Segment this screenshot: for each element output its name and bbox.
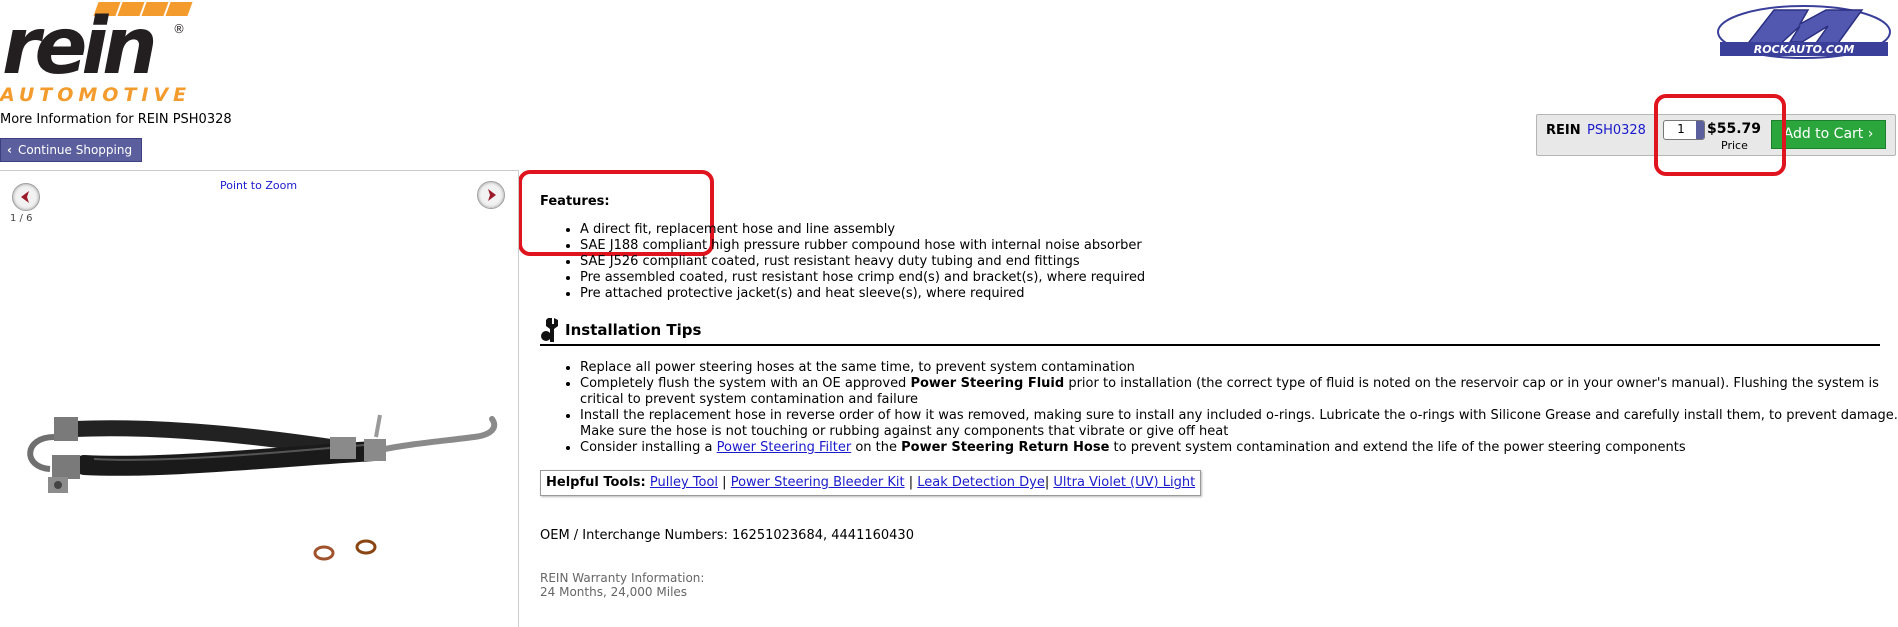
list-item: SAE J526 compliant coated, rust resistan… xyxy=(580,254,1145,270)
add-to-cart-button[interactable]: Add to Cart › xyxy=(1771,120,1886,149)
previous-image-button[interactable] xyxy=(12,183,40,211)
list-item: Pre attached protective jacket(s) and he… xyxy=(580,286,1145,302)
logo-tagline: AUTOMOTIVE xyxy=(0,84,192,106)
rockauto-logo-text: ROCKAUTO.COM xyxy=(1754,43,1855,56)
list-item: Consider installing a Power Steering Fil… xyxy=(580,440,1898,456)
uv-light-link[interactable]: Ultra Violet (UV) Light xyxy=(1053,475,1195,490)
arrow-right-icon xyxy=(488,189,496,201)
chevron-right-icon: › xyxy=(1867,126,1874,142)
registered-mark: ® xyxy=(173,22,185,36)
wrench-icon xyxy=(541,318,558,342)
product-image-panel: 1 / 6 Point to Zoom xyxy=(0,170,519,627)
image-counter: 1 / 6 xyxy=(10,213,33,224)
rockauto-logo[interactable]: ROCKAUTO.COM xyxy=(1716,2,1892,62)
tip-text: to prevent system contamination and exte… xyxy=(1109,440,1686,455)
continue-shopping-label: Continue Shopping xyxy=(17,143,133,157)
highlight-box-price xyxy=(1654,94,1786,176)
leak-detection-dye-link[interactable]: Leak Detection Dye xyxy=(917,475,1045,490)
installation-tips-title: Installation Tips xyxy=(565,321,702,339)
add-to-cart-label: Add to Cart xyxy=(1783,126,1864,142)
helpful-tools-label: Helpful Tools: xyxy=(546,475,646,490)
helpful-tools-box: Helpful Tools: Pulley Tool | Power Steer… xyxy=(540,470,1202,496)
features-heading: Features: xyxy=(540,194,610,209)
warranty-title: REIN Warranty Information: xyxy=(540,571,705,585)
bleeder-kit-link[interactable]: Power Steering Bleeder Kit xyxy=(731,475,905,490)
tip-text: on the xyxy=(851,440,902,455)
warranty-text: 24 Months, 24,000 Miles xyxy=(540,585,688,599)
list-item: A direct fit, replacement hose and line … xyxy=(580,222,1145,238)
list-item: Pre assembled coated, rust resistant hos… xyxy=(580,270,1145,286)
features-list: A direct fit, replacement hose and line … xyxy=(540,222,1145,302)
oem-interchange-numbers: OEM / Interchange Numbers: 16251023684, … xyxy=(540,528,914,543)
logo-wordmark: rein xyxy=(2,2,158,92)
pulley-tool-link[interactable]: Pulley Tool xyxy=(650,475,718,490)
product-image[interactable] xyxy=(14,407,504,587)
separator: | xyxy=(904,475,918,490)
tip-bold-text: Power Steering Fluid xyxy=(910,376,1065,391)
installation-tips-list: Replace all power steering hoses at the … xyxy=(540,360,1898,456)
tip-text: Consider installing a xyxy=(580,440,717,455)
list-item: Completely flush the system with an OE a… xyxy=(580,376,1898,408)
part-number-link[interactable]: PSH0328 xyxy=(1587,123,1646,138)
separator: | xyxy=(718,475,731,490)
list-item: SAE J188 compliant high pressure rubber … xyxy=(580,238,1145,254)
list-item: Install the replacement hose in reverse … xyxy=(580,408,1898,440)
tip-text: Completely flush the system with an OE a… xyxy=(580,376,911,391)
tip-bold-text: Power Steering Return Hose xyxy=(901,440,1110,455)
next-image-button[interactable] xyxy=(477,181,505,209)
list-item: Replace all power steering hoses at the … xyxy=(580,360,1898,376)
zoom-hint[interactable]: Point to Zoom xyxy=(220,179,297,192)
continue-shopping-button[interactable]: ‹ Continue Shopping xyxy=(0,138,143,162)
chevron-left-icon: ‹ xyxy=(7,143,12,157)
installation-tips-header: Installation Tips xyxy=(540,316,1880,346)
warranty-info: REIN Warranty Information: 24 Months, 24… xyxy=(540,571,704,599)
page-title: More Information for REIN PSH0328 xyxy=(0,112,232,127)
cart-brand: REIN xyxy=(1546,123,1581,138)
power-steering-filter-link[interactable]: Power Steering Filter xyxy=(717,440,852,455)
rein-logo: rein ® AUTOMOTIVE xyxy=(0,0,210,108)
arrow-left-icon xyxy=(21,191,29,203)
